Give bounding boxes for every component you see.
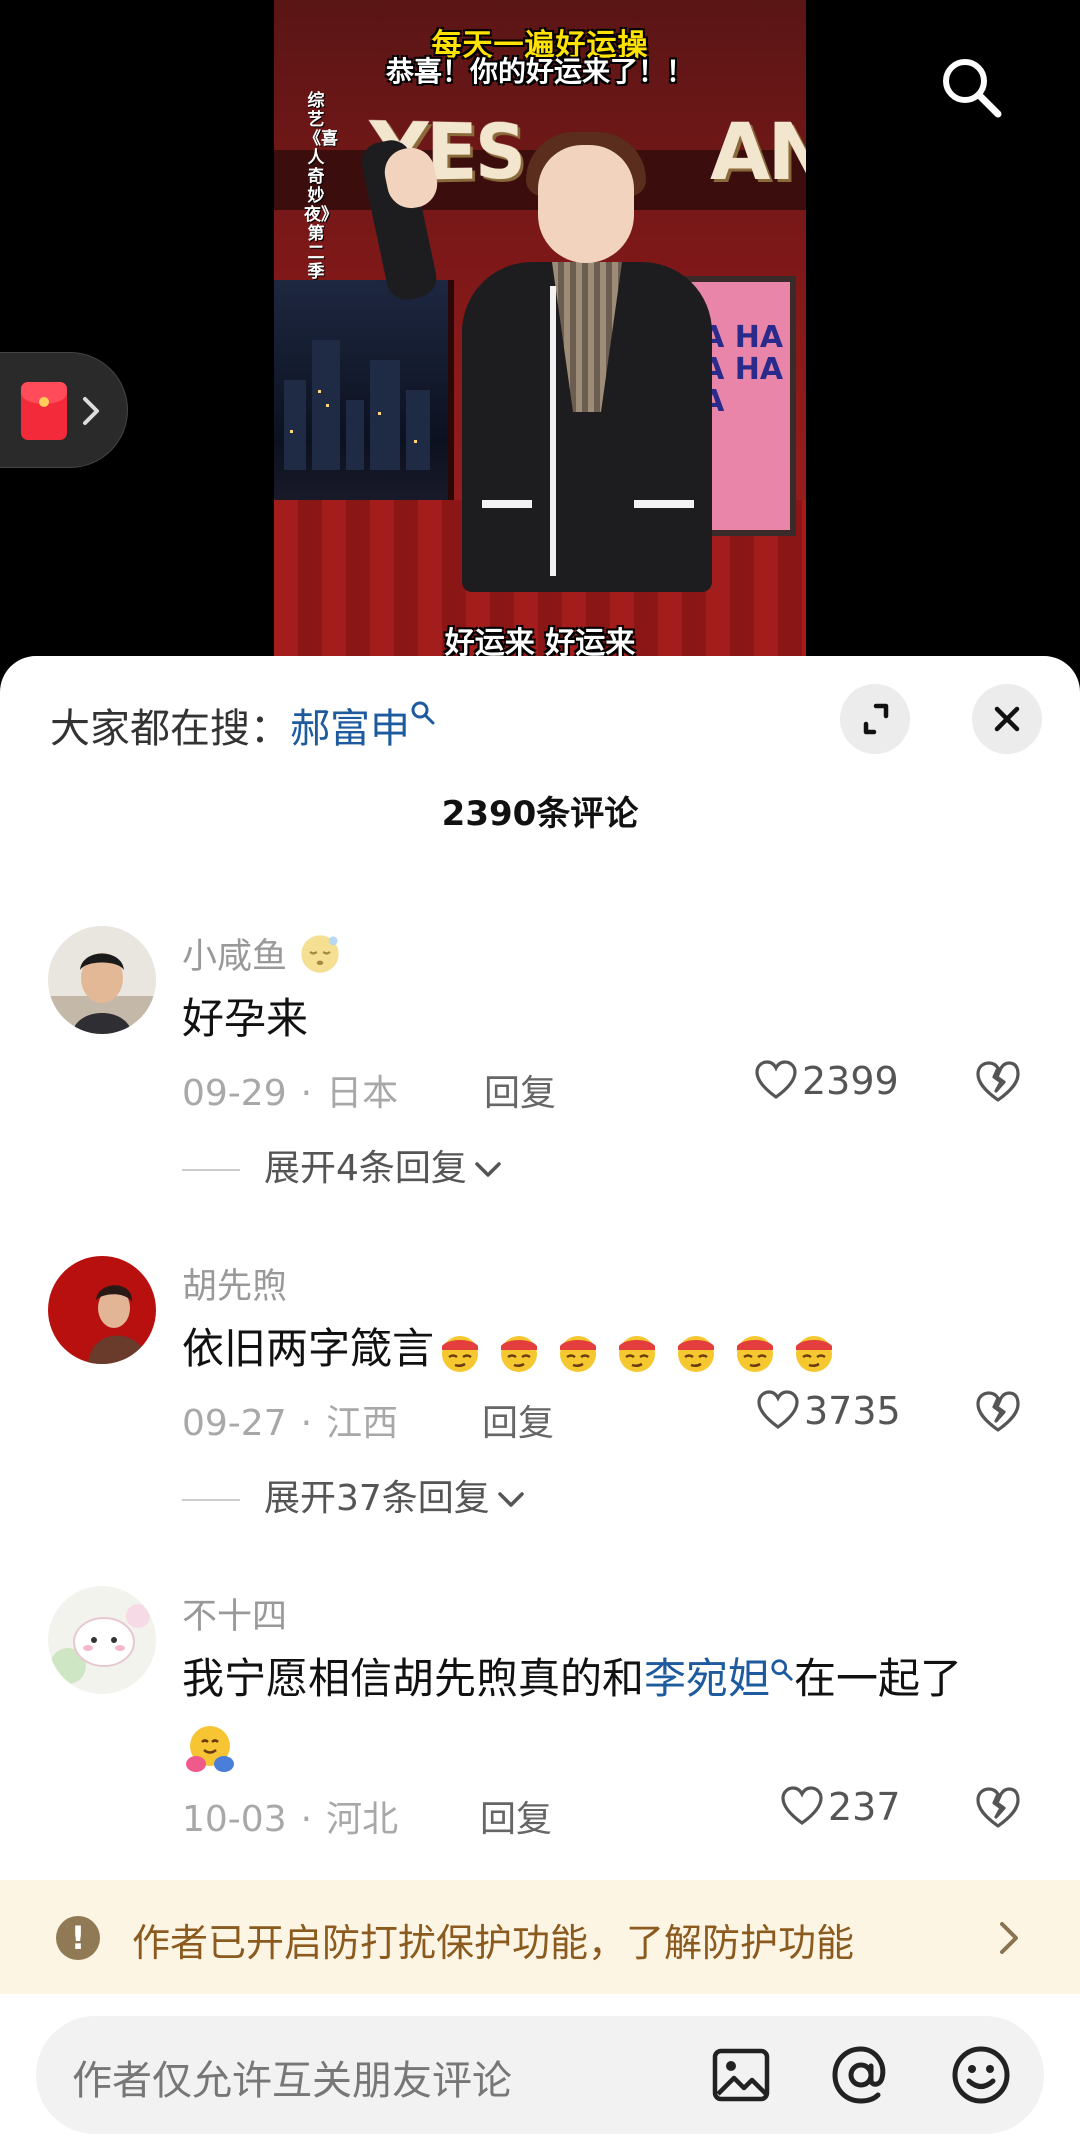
divider: [182, 1499, 240, 1501]
comment-count: 2390条评论: [441, 794, 639, 834]
close-button[interactable]: [972, 684, 1042, 754]
red-packet-icon: [21, 382, 67, 440]
comment-item[interactable]: 不十四 我宁愿相信胡先煦真的和李宛妲 在一起了 10-03 · 河北 回复 237: [0, 1586, 1080, 1866]
jacket-stripe: [482, 500, 532, 508]
like-count: 3735: [804, 1389, 901, 1433]
reply-button[interactable]: 回复: [484, 1064, 556, 1116]
avatar[interactable]: [48, 1586, 156, 1694]
video-title-line2: 恭喜！你的好运来了！！: [385, 55, 694, 88]
comment-location: 河北: [326, 1799, 399, 1840]
comment-meta: 10-03 · 河北: [182, 1799, 399, 1840]
an-sign: AN: [710, 108, 806, 198]
smug-emoji-icon: [619, 1335, 656, 1372]
comment-text: 依旧两字箴言: [182, 1316, 1042, 1382]
video-subtitle: 好运来 好运来: [444, 626, 636, 660]
smug-emoji-icon: [501, 1335, 538, 1372]
expand-replies[interactable]: 展开4条回复: [182, 1144, 503, 1194]
dislike-icon[interactable]: [974, 1784, 1022, 1832]
search-icon: [771, 1659, 793, 1681]
at-icon[interactable]: [830, 2044, 892, 2106]
jacket-zip: [550, 286, 556, 576]
avatar[interactable]: [48, 1256, 156, 1364]
protection-notice[interactable]: ! 作者已开启防打扰保护功能，了解防护功能: [0, 1880, 1080, 1994]
like-count: 2399: [802, 1059, 899, 1103]
chevron-down-icon: [498, 1492, 524, 1507]
smug-emoji-icon: [560, 1335, 597, 1372]
comment-item[interactable]: 小咸鱼 好孕来 09-29 · 日本 回复 2399 展开4条回复: [0, 926, 1080, 1226]
image-icon[interactable]: [712, 2048, 770, 2102]
like-button[interactable]: 3735: [756, 1386, 901, 1436]
hot-search[interactable]: 大家都在搜：郝富申: [50, 696, 436, 754]
heart-icon: [755, 1059, 797, 1099]
jacket-stripe: [634, 500, 694, 508]
comment-hot-search-link[interactable]: 李宛妲: [644, 1654, 794, 1703]
like-count: 237: [828, 1785, 901, 1829]
comment-item[interactable]: 胡先煦 依旧两字箴言 09-27 · 江西 回复 3735 展开37条回复: [0, 1256, 1080, 1556]
comment-input-placeholder: 作者仅允许互关朋友评论: [72, 2058, 512, 2104]
screen: YES AN HA HA HA HA HA: [0, 0, 1080, 2148]
divider: [182, 1169, 240, 1171]
sleepy-emoji-icon: [301, 935, 339, 973]
comment-author[interactable]: 不十四: [182, 1588, 287, 1639]
hot-search-term[interactable]: 郝富申: [290, 706, 410, 752]
expand-icon: [863, 703, 889, 735]
red-packet-button[interactable]: [0, 352, 128, 468]
smug-emoji-icon: [737, 1335, 774, 1372]
smug-emoji-icon: [796, 1335, 833, 1372]
comment-meta: 09-27 · 江西: [182, 1403, 399, 1444]
comment-date: 09-27: [182, 1403, 287, 1444]
comment-author[interactable]: 胡先煦: [182, 1258, 287, 1309]
comment-meta: 09-29 · 日本: [182, 1073, 399, 1114]
heart-icon: [781, 1785, 823, 1825]
comment-input[interactable]: 作者仅允许互关朋友评论: [36, 2016, 1044, 2134]
chevron-down-icon: [475, 1162, 501, 1177]
comment-text: 我宁愿相信胡先煦真的和李宛妲 在一起了: [182, 1646, 1042, 1778]
reply-button[interactable]: 回复: [482, 1394, 554, 1446]
search-icon: [411, 701, 435, 725]
comment-date: 10-03: [182, 1799, 287, 1840]
comment-author[interactable]: 小咸鱼: [182, 928, 342, 979]
hot-search-prefix: 大家都在搜：: [50, 706, 290, 752]
dislike-icon[interactable]: [974, 1058, 1022, 1106]
like-button[interactable]: 237: [780, 1782, 901, 1832]
comment-location: 日本: [326, 1073, 399, 1114]
emoji-icon[interactable]: [950, 2044, 1012, 2106]
video-side-caption: 综艺《喜人奇妙夜》第二季: [304, 91, 338, 282]
notice-text: 作者已开启防打扰保护功能，了解防护功能: [132, 1921, 855, 1965]
reply-button[interactable]: 回复: [480, 1790, 552, 1842]
dislike-icon[interactable]: [974, 1388, 1022, 1436]
person-head: [538, 145, 634, 263]
comment-sheet: 大家都在搜：郝富申 2390条评论 小咸鱼 好孕来 09-29 · 日本 回复 …: [0, 656, 1080, 2148]
heart-icon: [757, 1389, 799, 1429]
city-backdrop: [274, 280, 454, 510]
chevron-right-icon: [1000, 1922, 1018, 1954]
like-button[interactable]: 2399: [754, 1056, 899, 1106]
avatar[interactable]: [48, 926, 156, 1034]
expand-button[interactable]: [840, 684, 910, 754]
comment-text: 好孕来: [182, 994, 309, 1043]
smug-emoji-icon: [442, 1335, 479, 1372]
chevron-right-icon: [83, 397, 99, 425]
warning-icon: !: [56, 1916, 100, 1960]
search-icon[interactable]: [936, 52, 1006, 122]
video-frame[interactable]: YES AN HA HA HA HA HA: [274, 0, 806, 660]
close-icon: [994, 706, 1020, 732]
video-player[interactable]: YES AN HA HA HA HA HA: [0, 0, 1080, 680]
smug-emoji-icon: [678, 1335, 715, 1372]
hug-emoji-icon: [186, 1725, 234, 1772]
expand-replies[interactable]: 展开37条回复: [182, 1474, 526, 1524]
smug-emoji-row: [434, 1324, 847, 1373]
comment-location: 江西: [326, 1403, 399, 1444]
comment-date: 09-29: [182, 1073, 287, 1114]
